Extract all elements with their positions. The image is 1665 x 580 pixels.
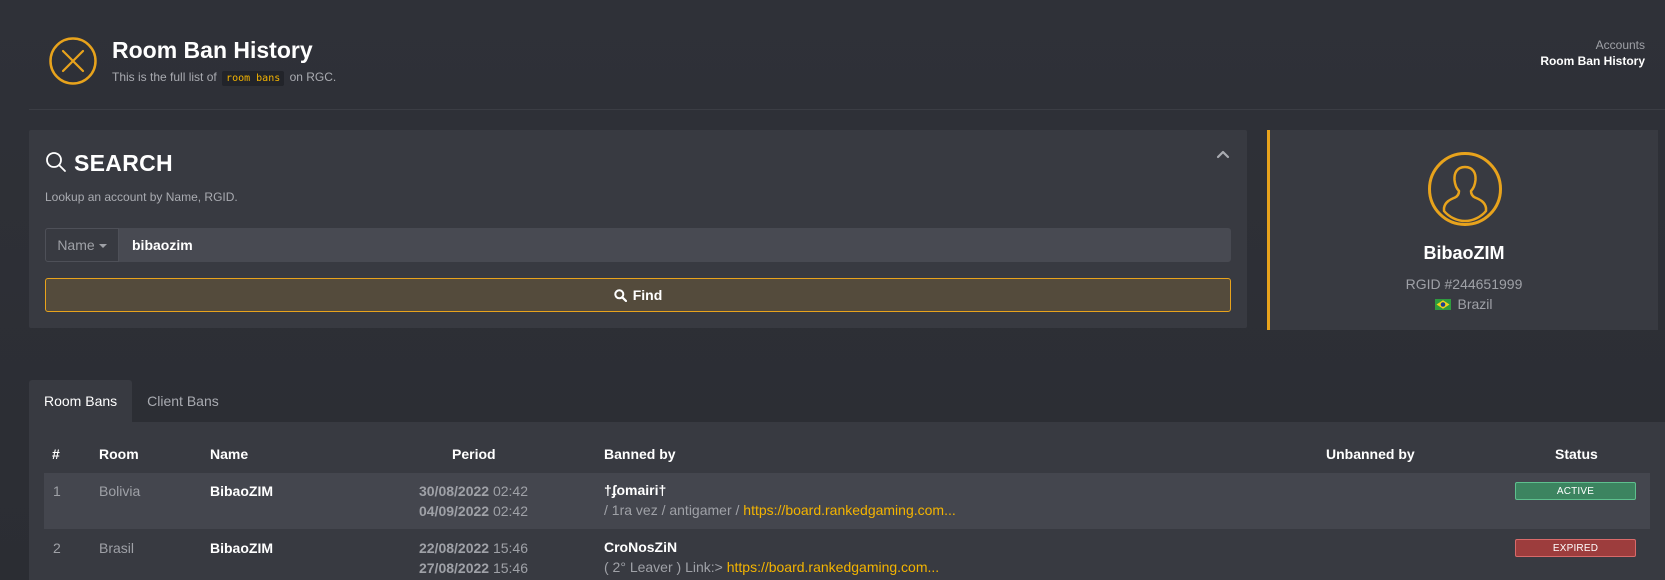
search-input-group: Name xyxy=(45,228,1231,262)
search-description: Lookup an account by Name, RGID. xyxy=(45,190,238,204)
page-header: Room Ban History This is the full list o… xyxy=(0,0,1665,110)
subtitle-prefix: This is the full list of xyxy=(112,70,217,84)
profile-card: BibaoZIM RGID #244651999 Brazil xyxy=(1267,130,1658,330)
subtitle-code: room bans xyxy=(222,71,285,86)
row-ban-reason: ( 2° Leaver ) Link:> https://board.ranke… xyxy=(604,559,939,575)
row-banned-by[interactable]: †ʄomairi† xyxy=(604,482,666,498)
period-start-date: 30/08/2022 xyxy=(418,483,490,499)
profile-country: Brazil xyxy=(1270,296,1658,312)
col-header-unbanned-by: Unbanned by xyxy=(1326,446,1415,462)
period-end-date: 04/09/2022 xyxy=(418,503,490,519)
status-badge: EXPIRED xyxy=(1515,539,1636,557)
period-end-time: 02:42 xyxy=(492,503,528,519)
table-row: 2 Brasil BibaoZIM 22/08/2022 15:46 27/08… xyxy=(44,530,1650,580)
row-num: 1 xyxy=(53,483,61,499)
search-icon xyxy=(46,152,66,172)
row-name[interactable]: BibaoZIM xyxy=(210,540,273,556)
ban-reason-text: / 1ra vez / antigamer / xyxy=(604,502,744,518)
row-period: 22/08/2022 15:46 27/08/2022 15:46 xyxy=(368,538,528,578)
search-icon xyxy=(614,288,627,302)
col-header-period: Period xyxy=(452,446,496,462)
search-field-dropdown[interactable]: Name xyxy=(45,228,119,262)
period-start-time: 15:46 xyxy=(492,540,528,556)
subtitle-suffix: on RGC. xyxy=(289,70,337,84)
chevron-up-icon[interactable] xyxy=(1215,146,1231,162)
row-room: Bolivia xyxy=(99,483,141,499)
period-end-time: 15:46 xyxy=(492,560,528,576)
breadcrumb-accounts[interactable]: Accounts xyxy=(1540,38,1645,52)
row-ban-reason: / 1ra vez / antigamer / https://board.ra… xyxy=(604,502,956,518)
col-header-room: Room xyxy=(99,446,139,462)
find-button-label: Find xyxy=(632,287,663,303)
period-end-date: 27/08/2022 xyxy=(418,560,490,576)
tab-client-bans[interactable]: Client Bans xyxy=(132,380,234,422)
brazil-flag-icon xyxy=(1435,298,1452,310)
col-header-name: Name xyxy=(210,446,249,462)
row-room: Brasil xyxy=(99,540,135,556)
profile-name: BibaoZIM xyxy=(1423,243,1505,263)
table-row: 1 Bolivia BibaoZIM 30/08/2022 02:42 04/0… xyxy=(44,473,1650,529)
breadcrumb-current: Room Ban History xyxy=(1540,54,1645,68)
row-name[interactable]: BibaoZIM xyxy=(210,483,273,499)
period-start-date: 22/08/2022 xyxy=(418,540,490,556)
status-badge: ACTIVE xyxy=(1515,482,1636,500)
col-header-banned-by: Banned by xyxy=(604,446,676,462)
breadcrumb: Accounts Room Ban History xyxy=(1540,38,1645,68)
ban-tabs: Room Bans Client Bans xyxy=(29,380,234,422)
close-circle-icon xyxy=(49,37,97,85)
period-start-time: 02:42 xyxy=(492,483,528,499)
col-header-num: # xyxy=(52,446,60,462)
profile-rgid: RGID #244651999 xyxy=(1405,276,1523,292)
user-avatar-icon xyxy=(1428,152,1502,226)
tab-room-bans[interactable]: Room Bans xyxy=(29,380,133,422)
search-field-label: Name xyxy=(57,237,95,253)
col-header-status: Status xyxy=(1555,446,1598,462)
ban-reason-link[interactable]: https://board.rankedgaming.com... xyxy=(727,559,939,575)
ban-reason-link[interactable]: https://board.rankedgaming.com... xyxy=(743,502,955,518)
search-title: SEARCH xyxy=(74,150,173,176)
page-subtitle: This is the full list of room bans on RG… xyxy=(112,70,337,86)
search-card: SEARCH Lookup an account by Name, RGID. … xyxy=(29,130,1247,328)
page-title: Room Ban History xyxy=(112,37,313,63)
ban-reason-text: ( 2° Leaver ) Link:> xyxy=(604,559,727,575)
search-input[interactable] xyxy=(119,228,1231,262)
row-period: 30/08/2022 02:42 04/09/2022 02:42 xyxy=(368,481,528,521)
profile-country-name: Brazil xyxy=(1457,296,1493,312)
find-button[interactable]: Find xyxy=(45,278,1231,312)
row-banned-by[interactable]: CroNosZiN xyxy=(604,539,677,555)
row-num: 2 xyxy=(53,540,61,556)
caret-down-icon xyxy=(98,244,107,248)
header-divider xyxy=(29,109,1665,110)
